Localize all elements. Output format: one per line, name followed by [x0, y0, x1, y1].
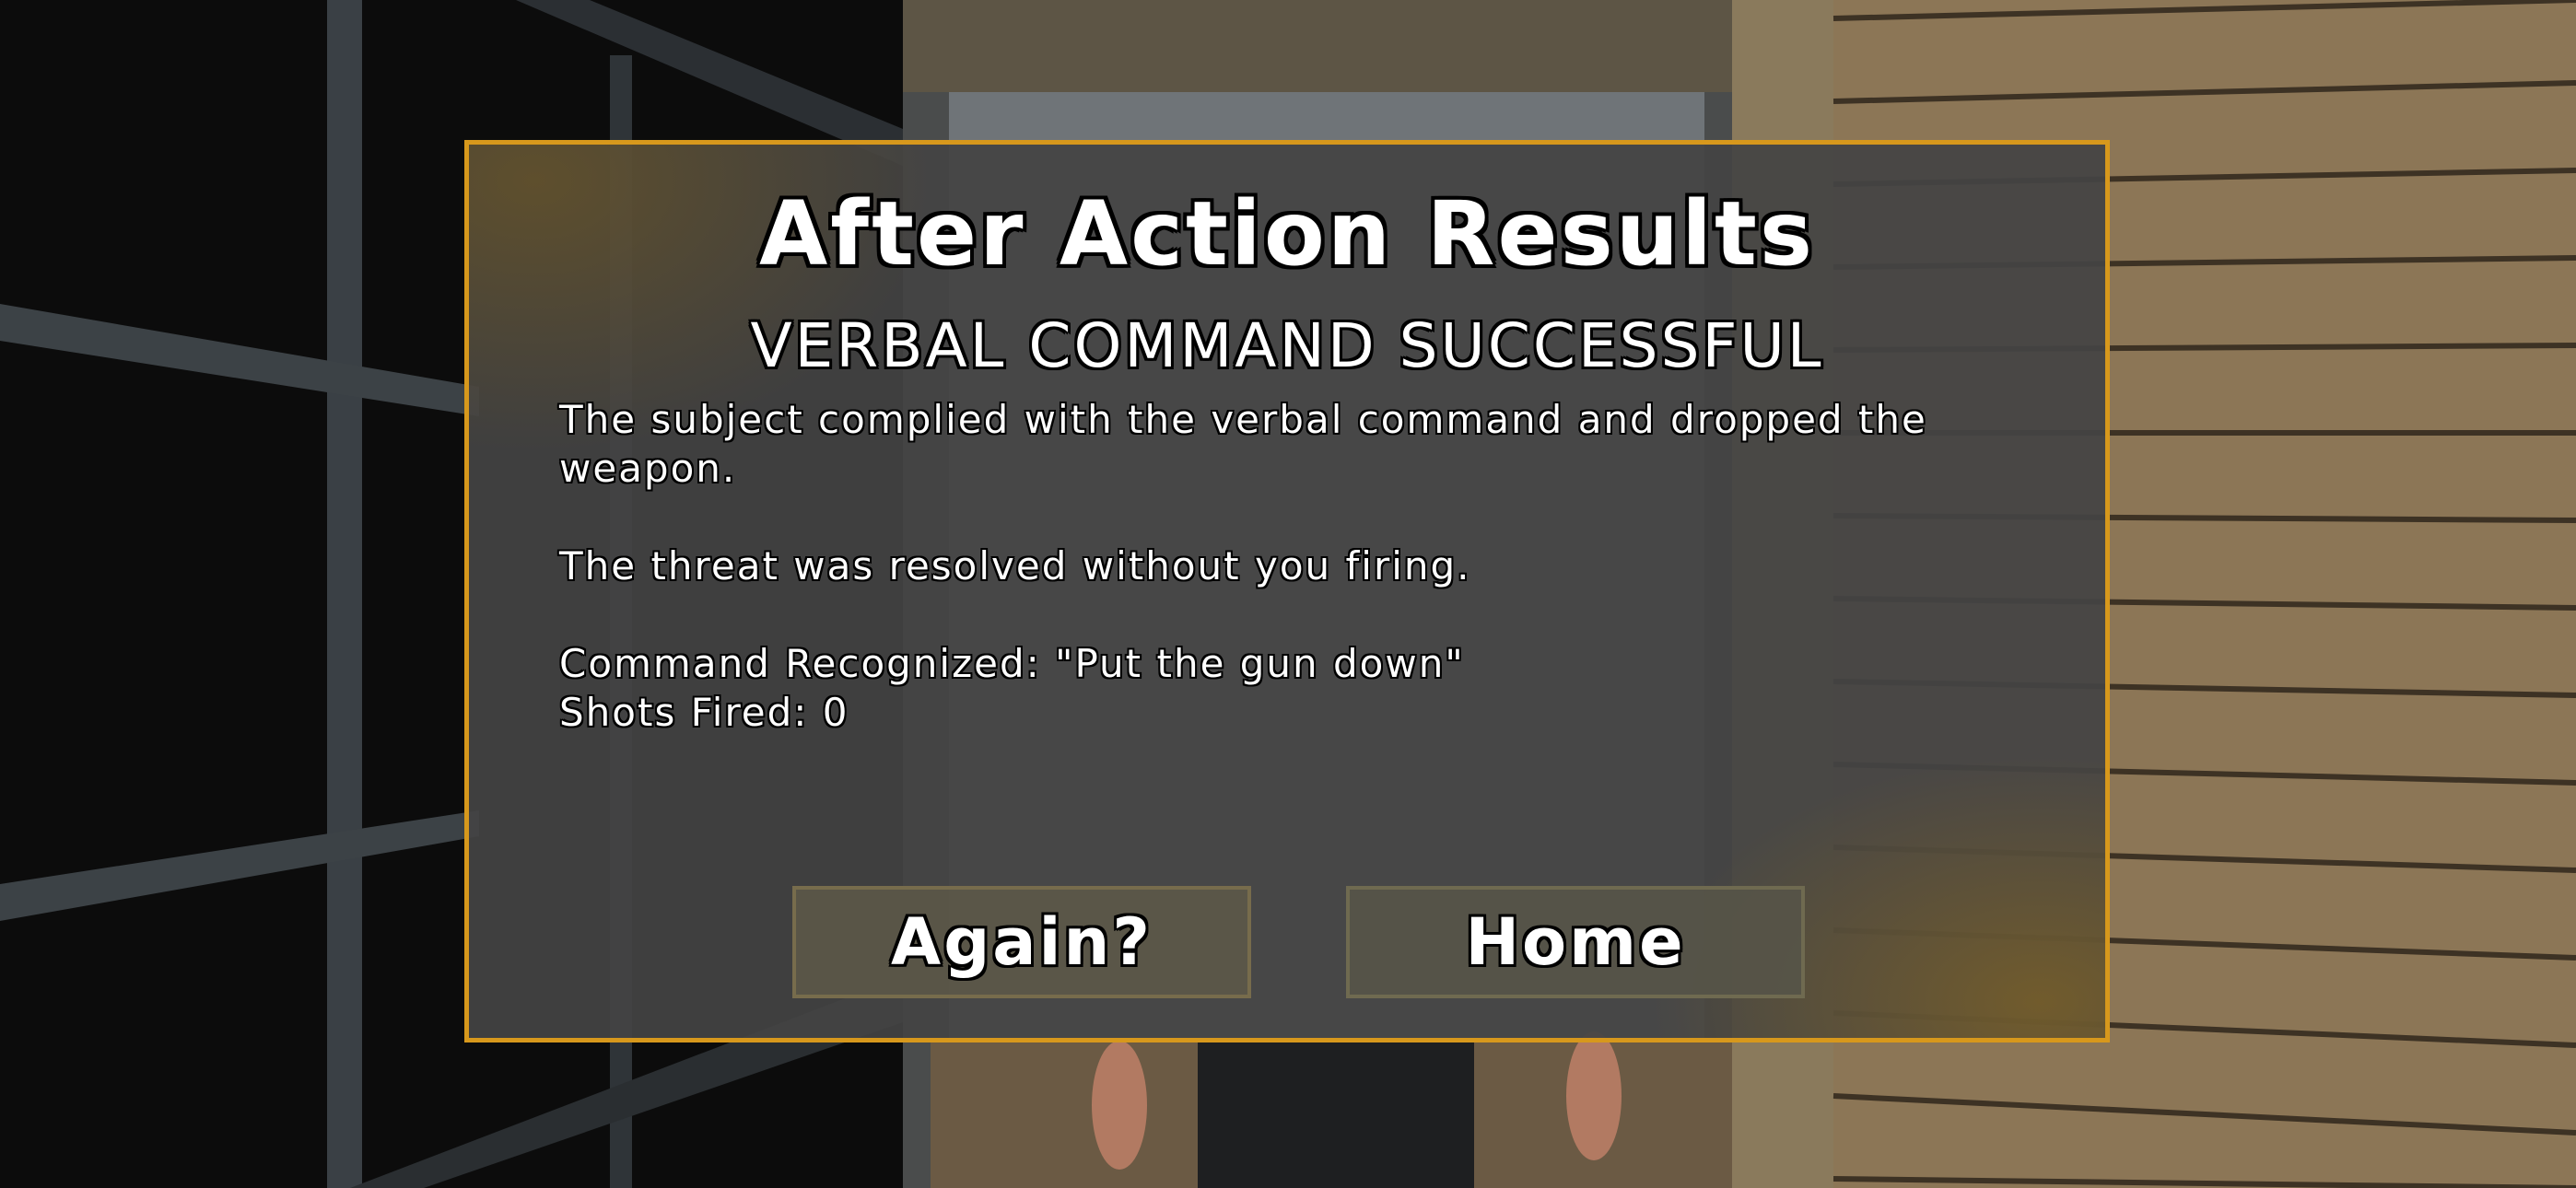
- shots-fired-text: Shots Fired: 0: [559, 690, 849, 735]
- dialog-title: After Action Results: [759, 182, 1815, 285]
- result-details: The subject complied with the verbal com…: [559, 395, 1996, 737]
- result-heading: VERBAL COMMAND SUCCESSFUL: [750, 310, 1824, 381]
- threat-resolution-text: The threat was resolved without you firi…: [559, 543, 1471, 588]
- after-action-dialog: After Action Results VERBAL COMMAND SUCC…: [464, 140, 2110, 1042]
- result-description: The subject complied with the verbal com…: [559, 397, 1927, 491]
- again-button[interactable]: Again?: [792, 886, 1251, 998]
- home-button[interactable]: Home: [1346, 886, 1805, 998]
- command-recognized-text: Command Recognized: "Put the gun down": [559, 641, 1465, 686]
